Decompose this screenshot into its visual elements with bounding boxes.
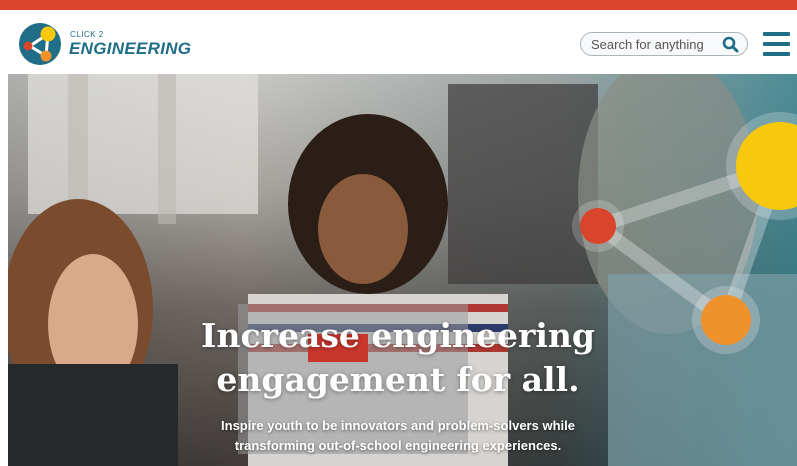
hero-subtitle-line-1: Inspire youth to be innovators and probl… — [221, 418, 575, 433]
menu-bar-bottom — [763, 52, 790, 56]
search-icon[interactable] — [722, 36, 739, 53]
hamburger-menu-icon[interactable] — [763, 32, 790, 56]
menu-bar-middle — [763, 42, 790, 46]
red-circle — [580, 208, 616, 244]
site-header: CLICK 2 ENGINEERING — [0, 10, 797, 74]
hero-title-line-1: Increase engineering — [201, 316, 595, 355]
hero-banner: Increase engineering engagement for all.… — [8, 74, 797, 466]
brand-logo-link[interactable]: CLICK 2 ENGINEERING — [18, 22, 191, 65]
network-graphic — [572, 112, 797, 354]
hero-title: Increase engineering engagement for all. — [138, 314, 658, 402]
search-input[interactable] — [591, 35, 719, 53]
hero-title-line-2: engagement for all. — [216, 360, 580, 399]
top-accent-bar — [0, 0, 797, 10]
hero-subtitle: Inspire youth to be innovators and probl… — [168, 416, 628, 456]
logo-wordmark: ENGINEERING — [69, 39, 192, 58]
menu-bar-top — [763, 32, 790, 36]
logo-network-icon — [19, 23, 61, 65]
search-box[interactable] — [580, 32, 748, 56]
logo-small-text: CLICK 2 — [70, 30, 104, 39]
hero-subtitle-line-2: transforming out-of-school engineering e… — [234, 438, 562, 453]
orange-circle — [701, 295, 751, 345]
